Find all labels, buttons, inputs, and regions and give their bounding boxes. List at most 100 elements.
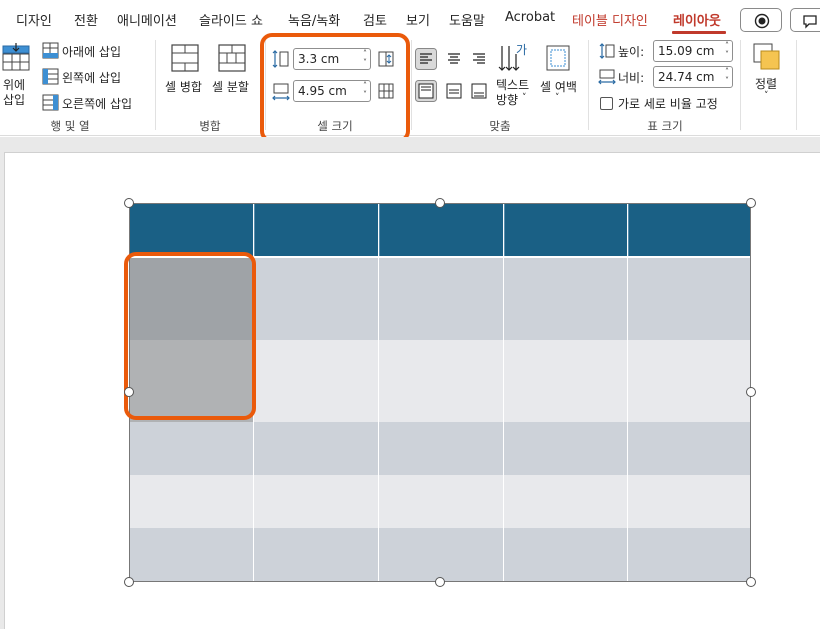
tab-layout[interactable]: 레이아웃 <box>673 10 721 29</box>
table-cell[interactable] <box>628 528 750 581</box>
tab-table-design[interactable]: 테이블 디자인 <box>572 10 648 29</box>
align-right-icon[interactable] <box>468 48 490 70</box>
resize-handle-top[interactable] <box>435 198 445 208</box>
group-label-merge: 병합 <box>199 119 221 133</box>
resize-handle-bottom-right[interactable] <box>746 577 756 587</box>
table-width-input[interactable]: 24.74 cm ˄ ˅ <box>653 66 733 88</box>
tab-help[interactable]: 도움말 <box>449 10 485 29</box>
table-cell[interactable] <box>254 258 379 340</box>
record-icon <box>754 13 770 29</box>
cell-margins-icon <box>546 45 570 71</box>
insert-left-button[interactable]: 왼쪽에 삽입 <box>62 69 121 86</box>
table-cell[interactable] <box>379 422 504 475</box>
tab-animations[interactable]: 애니메이션 <box>117 10 177 29</box>
insert-above-icon <box>2 43 30 71</box>
align-center-icon[interactable] <box>443 48 465 70</box>
split-cells-icon <box>218 44 246 72</box>
table-cell[interactable] <box>254 475 379 528</box>
table-cell[interactable] <box>628 422 750 475</box>
resize-handle-top-right[interactable] <box>746 198 756 208</box>
group-separator <box>796 40 797 130</box>
table-header-cell[interactable] <box>628 204 750 256</box>
table-cell[interactable] <box>254 528 379 581</box>
group-separator <box>411 40 412 130</box>
table-cell[interactable] <box>130 528 254 581</box>
resize-handle-top-left[interactable] <box>124 198 134 208</box>
lock-aspect-checkbox[interactable] <box>600 97 613 110</box>
table-cell[interactable] <box>379 258 504 340</box>
merge-cells-button[interactable]: 셀 병합 <box>165 78 202 95</box>
text-direction-chevron-icon[interactable]: ˅ <box>522 93 527 103</box>
insert-right-button[interactable]: 오른쪽에 삽입 <box>62 95 132 112</box>
resize-handle-bottom-left[interactable] <box>124 577 134 587</box>
insert-below-button[interactable]: 아래에 삽입 <box>62 43 121 60</box>
table-cell[interactable] <box>504 340 628 422</box>
tab-slideshow[interactable]: 슬라이드 쇼 <box>199 10 263 29</box>
table-header-cell[interactable] <box>504 204 628 256</box>
group-label-table-size: 표 크기 <box>647 119 683 133</box>
table-cell[interactable] <box>504 528 628 581</box>
tab-transitions[interactable]: 전환 <box>74 10 98 29</box>
tab-acrobat[interactable]: Acrobat <box>505 10 555 25</box>
table-cell[interactable] <box>504 475 628 528</box>
split-cells-button[interactable]: 셀 분할 <box>212 78 249 95</box>
cell-size-highlight <box>260 33 410 143</box>
group-separator <box>740 40 741 130</box>
tab-review[interactable]: 검토 <box>363 10 387 29</box>
resize-handle-left[interactable] <box>124 387 134 397</box>
selected-cells-highlight <box>124 252 256 420</box>
insert-left-icon <box>42 68 59 85</box>
table-cell[interactable] <box>628 475 750 528</box>
table-cell[interactable] <box>628 340 750 422</box>
svg-text:가: 가 <box>516 43 527 57</box>
table-cell[interactable] <box>379 528 504 581</box>
group-separator <box>155 40 156 130</box>
merge-cells-icon <box>171 44 199 72</box>
table-header-cell[interactable] <box>130 204 254 256</box>
align-top-icon[interactable] <box>415 80 437 102</box>
insert-above-label[interactable]: 위에 삽입 <box>3 78 25 108</box>
table-height-icon <box>599 43 615 59</box>
lock-aspect-label: 가로 세로 비율 고정 <box>618 97 718 111</box>
table-height-label: 높이: <box>618 45 645 59</box>
group-label-rows-cols: 행 및 열 <box>50 119 90 133</box>
comment-icon <box>803 15 817 29</box>
resize-handle-right[interactable] <box>746 387 756 397</box>
align-left-icon[interactable] <box>415 48 437 70</box>
insert-below-icon <box>42 42 59 59</box>
tab-design[interactable]: 디자인 <box>16 10 52 29</box>
text-direction-icon: 가 <box>498 43 527 71</box>
ribbon: 위에 삽입 아래에 삽입 왼쪽에 삽입 오른쪽에 삽입 행 및 열 셀 병합 셀 … <box>0 33 820 143</box>
arrange-icon <box>753 43 780 70</box>
table-cell[interactable] <box>254 340 379 422</box>
tab-recording[interactable]: 녹음/녹화 <box>288 10 340 29</box>
group-separator <box>588 40 589 130</box>
table-cell[interactable] <box>379 475 504 528</box>
table-cell[interactable] <box>130 422 254 475</box>
table-cell[interactable] <box>254 422 379 475</box>
comments-button[interactable] <box>790 8 820 32</box>
table-width-label: 너비: <box>618 71 645 85</box>
table-width-icon <box>598 69 616 85</box>
arrange-button[interactable]: 정렬 <box>755 75 777 92</box>
tab-view[interactable]: 보기 <box>406 10 430 29</box>
align-bottom-icon[interactable] <box>468 80 490 102</box>
table-cell[interactable] <box>628 258 750 340</box>
table-cell[interactable] <box>504 258 628 340</box>
table-header-cell[interactable] <box>379 204 504 256</box>
table-height-input[interactable]: 15.09 cm ˄ ˅ <box>653 40 733 62</box>
table-header-cell[interactable] <box>254 204 379 256</box>
table-height-spinner-icon[interactable]: ˄ ˅ <box>725 41 729 59</box>
table-cell[interactable] <box>130 475 254 528</box>
arrange-chevron-icon[interactable]: ˅ <box>764 91 769 101</box>
table-cell[interactable] <box>504 422 628 475</box>
resize-handle-bottom[interactable] <box>435 577 445 587</box>
group-label-alignment: 맞춤 <box>489 119 511 133</box>
table-width-spinner-icon[interactable]: ˄ ˅ <box>725 67 729 85</box>
insert-right-icon <box>42 94 59 111</box>
cell-margins-chevron-icon[interactable]: ˅ <box>555 93 560 103</box>
table-cell[interactable] <box>379 340 504 422</box>
ribbon-tab-bar: 디자인 전환 애니메이션 슬라이드 쇼 녹음/녹화 검토 보기 도움말 Acro… <box>0 0 820 36</box>
align-middle-icon[interactable] <box>443 80 465 102</box>
record-button[interactable] <box>740 8 782 32</box>
